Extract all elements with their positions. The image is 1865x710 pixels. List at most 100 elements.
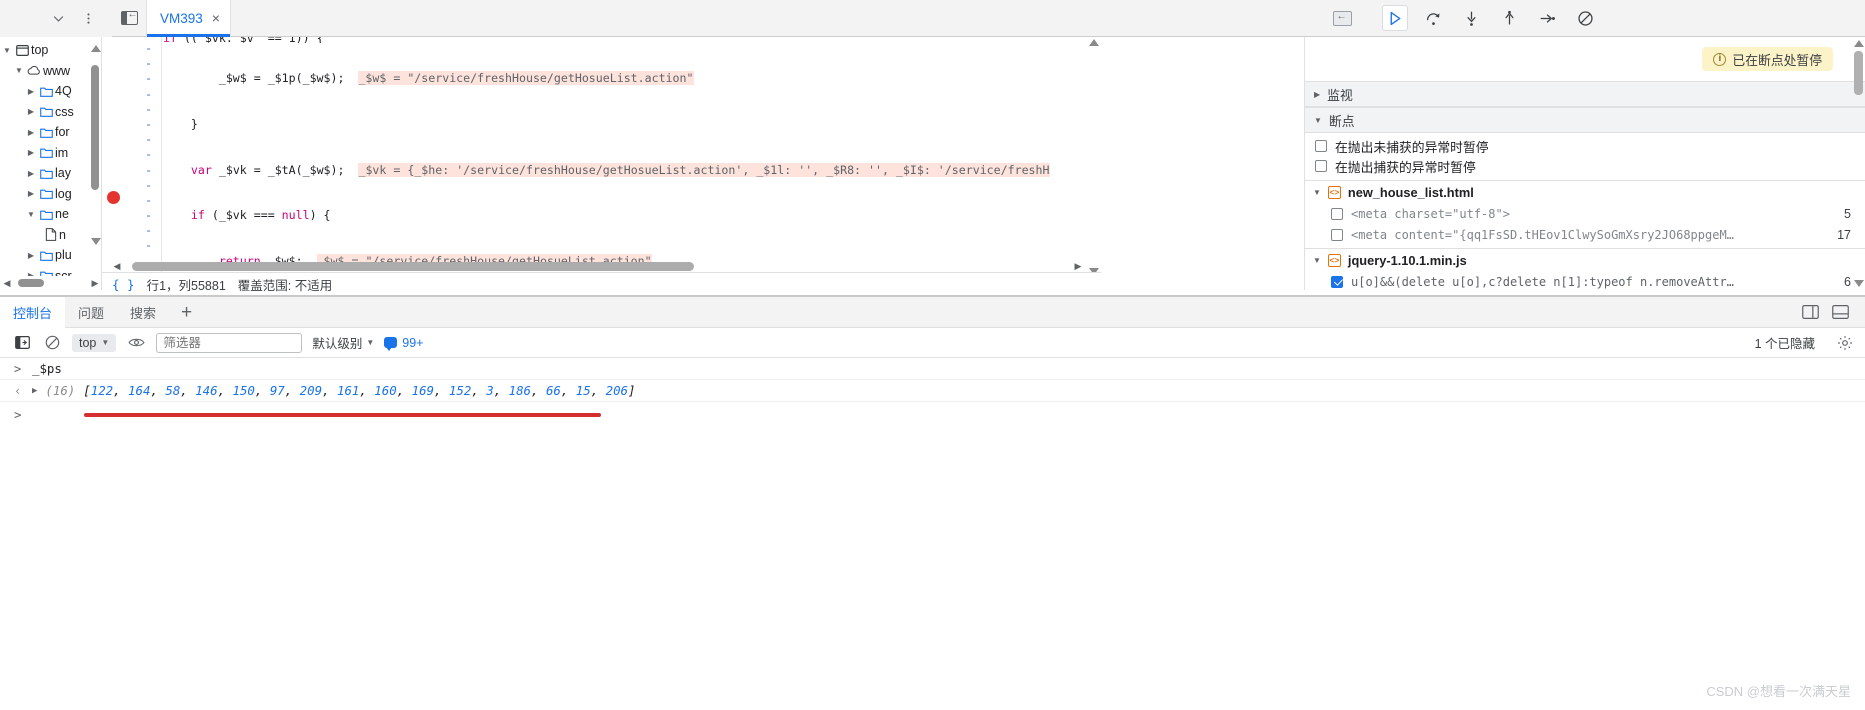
resume-script-execution-button[interactable] <box>1382 5 1408 31</box>
scroll-down-icon[interactable] <box>1854 280 1864 287</box>
breakpoint-item[interactable]: <meta charset="utf-8"> 5 <box>1305 203 1865 224</box>
checkbox[interactable] <box>1331 228 1343 241</box>
tree-item-log[interactable]: ▶ log <box>0 184 101 205</box>
tree-item-plugins[interactable]: ▶ plu <box>0 245 101 266</box>
scrollbar-thumb[interactable] <box>18 279 44 287</box>
tree-item-lay[interactable]: ▶ lay <box>0 163 101 184</box>
code-line[interactable]: if (_$vk === null) { <box>163 208 1085 223</box>
chevron-expanded-icon[interactable]: ▼ <box>1313 188 1321 197</box>
filter-input[interactable] <box>156 332 303 353</box>
step-out-icon[interactable] <box>1496 5 1522 31</box>
navigator-horizontal-scrollbar[interactable]: ◀ ▶ <box>0 276 101 290</box>
step-into-icon[interactable] <box>1458 5 1484 31</box>
chevron-collapsed-icon[interactable]: ▶ <box>24 87 38 96</box>
show-navigator-icon[interactable] <box>112 0 146 37</box>
scroll-up-icon[interactable] <box>1089 39 1099 46</box>
tree-item-css[interactable]: ▶ css <box>0 102 101 123</box>
checkbox[interactable] <box>1315 140 1327 152</box>
tab-console[interactable]: 控制台 <box>0 296 66 328</box>
collapse-sidebar-icon[interactable] <box>1320 9 1364 26</box>
editor-vertical-scrollbar[interactable] <box>1087 37 1101 277</box>
breakpoint-item[interactable]: <meta content="{qq1FsSD.tHEov1ClwySoGmXs… <box>1305 224 1865 245</box>
debugger-vertical-scrollbar[interactable] <box>1853 37 1865 290</box>
chevron-expanded-icon[interactable]: ▼ <box>1314 116 1322 125</box>
tree-item-new[interactable]: ▼ ne <box>0 204 101 225</box>
code-editor[interactable]: -- -- -- -- -- -- -- if ((_$vk._$v_ == 1… <box>102 37 1101 290</box>
chevron-down-icon[interactable] <box>48 8 68 28</box>
issues-counter[interactable]: 99+ <box>384 336 423 351</box>
tree-item-file[interactable]: n <box>0 225 101 246</box>
tree-item-img[interactable]: ▶ im <box>0 143 101 164</box>
checkbox[interactable] <box>1331 207 1343 220</box>
chevron-collapsed-icon[interactable]: ▶ <box>24 128 38 137</box>
breakpoint-gutter[interactable] <box>102 37 124 290</box>
tree-item-www[interactable]: ▼ www <box>0 61 101 82</box>
section-breakpoints[interactable]: ▼ 断点 <box>1305 107 1865 133</box>
breakpoint-marker[interactable] <box>107 191 120 204</box>
chevron-collapsed-icon[interactable]: ▶ <box>24 107 38 116</box>
expand-array-icon[interactable]: ▶ <box>32 386 37 396</box>
chevron-down-icon[interactable]: ▼ <box>101 338 109 347</box>
scroll-right-icon[interactable]: ▶ <box>1071 261 1085 272</box>
scroll-up-icon[interactable] <box>1854 40 1864 47</box>
scrollbar-thumb[interactable] <box>132 262 694 271</box>
step-over-icon[interactable] <box>1420 5 1446 31</box>
code-line[interactable]: var _$vk = _$tA(_$w$); _$vk = {_$he: '/s… <box>163 162 1085 178</box>
tab-search[interactable]: 搜索 <box>117 297 169 328</box>
code-line[interactable]: } <box>163 117 1085 132</box>
chevron-expanded-icon[interactable]: ▼ <box>0 46 14 55</box>
scroll-up-icon[interactable] <box>91 45 101 52</box>
tree-item-top[interactable]: ▼ top <box>0 40 101 61</box>
tree-item-for[interactable]: ▶ for <box>0 122 101 143</box>
chevron-collapsed-icon[interactable]: ▶ <box>24 148 38 157</box>
no-breakpoints-icon[interactable] <box>1572 5 1598 31</box>
chevron-expanded-icon[interactable]: ▼ <box>1313 256 1321 265</box>
breakpoint-group-header[interactable]: ▼ <> new_house_list.html <box>1305 181 1865 203</box>
scrollbar-thumb[interactable] <box>1854 51 1863 95</box>
log-level-selector[interactable]: 默认级别 ▼ <box>312 333 374 352</box>
chevron-collapsed-icon[interactable]: ▶ <box>24 189 38 198</box>
breakpoint-group-header[interactable]: ▼ <> jquery-1.10.1.min.js <box>1305 249 1865 271</box>
tab-issues[interactable]: 问题 <box>65 297 117 328</box>
scroll-left-icon[interactable]: ◀ <box>0 278 14 289</box>
chevron-expanded-icon[interactable]: ▼ <box>24 210 38 219</box>
step-icon[interactable] <box>1534 5 1560 31</box>
pause-on-uncaught-exceptions-row[interactable]: 在抛出未捕获的异常时暂停 <box>1305 136 1865 156</box>
clear-console-icon[interactable] <box>42 333 62 353</box>
dock-side-icon[interactable] <box>1795 305 1825 319</box>
execution-context-selector[interactable]: top ▼ <box>72 333 117 352</box>
chevron-collapsed-icon[interactable]: ▶ <box>24 251 38 260</box>
pretty-print-button[interactable]: { } <box>112 277 135 292</box>
tree-item-4q[interactable]: ▶ 4Q <box>0 81 101 102</box>
scroll-down-icon[interactable] <box>91 238 101 245</box>
section-watch[interactable]: ▶ 监视 <box>1305 81 1865 107</box>
dock-bottom-icon[interactable] <box>1825 305 1855 319</box>
console-output-row[interactable]: ‹ ▶ (16) [122, 164, 58, 146, 150, 97, 20… <box>0 380 1865 402</box>
chevron-expanded-icon[interactable]: ▼ <box>12 66 26 75</box>
close-icon[interactable]: × <box>212 11 220 25</box>
chevron-collapsed-icon[interactable]: ▶ <box>1314 90 1320 99</box>
live-expression-icon[interactable] <box>126 333 146 353</box>
breakpoint-item[interactable]: u[o]&&(delete u[o],c?delete n[1]:typeof … <box>1305 271 1865 290</box>
more-vertical-icon[interactable] <box>78 8 98 28</box>
scrollbar-thumb[interactable] <box>91 65 99 190</box>
checkbox[interactable] <box>1331 275 1343 288</box>
navigator-vertical-scrollbar[interactable] <box>91 45 101 245</box>
hidden-messages-label[interactable]: 1 个已隐藏 <box>1755 333 1827 352</box>
file-navigator-tree[interactable]: ▼ top ▼ www ▶ 4Q ▶ css ▶ for ▶ im ▶ lay … <box>0 37 102 290</box>
pause-on-caught-exceptions-row[interactable]: 在抛出捕获的异常时暂停 <box>1305 156 1865 176</box>
chevron-down-icon[interactable]: ▼ <box>366 338 374 347</box>
add-tab-button[interactable]: + <box>169 303 204 322</box>
message-bubble-icon <box>384 337 398 351</box>
scroll-right-icon[interactable]: ▶ <box>88 278 101 289</box>
scroll-left-icon[interactable]: ◀ <box>110 261 124 272</box>
breakpoint-group-new-house-list: ▼ <> new_house_list.html <meta charset="… <box>1305 180 1865 245</box>
tab-vm393[interactable]: VM393 × <box>146 0 231 37</box>
console-output[interactable]: > _$ps ‹ ▶ (16) [122, 164, 58, 146, 150,… <box>0 358 1865 710</box>
code-content[interactable]: _$w$ = _$1p(_$w$); _$w$ = "/service/fres… <box>163 41 1085 281</box>
checkbox[interactable] <box>1315 160 1327 172</box>
code-line[interactable]: _$w$ = _$1p(_$w$); _$w$ = "/service/fres… <box>163 71 1085 86</box>
console-sidebar-icon[interactable] <box>12 333 32 353</box>
gear-icon[interactable] <box>1837 335 1865 351</box>
chevron-collapsed-icon[interactable]: ▶ <box>24 169 38 178</box>
